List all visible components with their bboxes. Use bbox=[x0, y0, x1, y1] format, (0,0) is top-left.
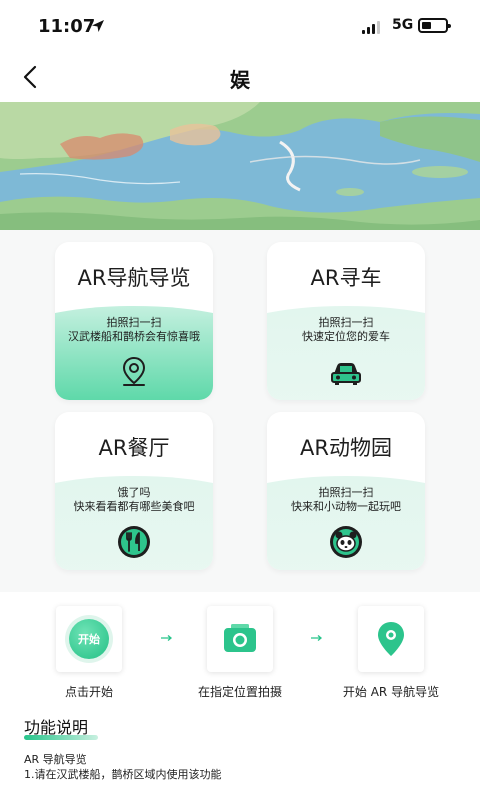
step-label-capture: 在指定位置拍摄 bbox=[197, 685, 282, 699]
card-ar-navigation[interactable]: AR导航导览 拍照扫一扫 汉武楼船和鹊桥会有惊喜哦 bbox=[55, 242, 213, 400]
step-navigate bbox=[358, 606, 424, 672]
nav-bar: 娱 bbox=[0, 52, 480, 100]
location-pin-icon bbox=[122, 356, 146, 386]
card-ar-zoo[interactable]: AR动物园 拍照扫一扫 快来和小动物一起玩吧 bbox=[267, 412, 425, 570]
step-label-start: 点击开始 bbox=[64, 685, 113, 699]
section-title-text: 功能说明 bbox=[24, 718, 89, 737]
arrow-right-icon bbox=[161, 635, 173, 641]
function-name: AR 导航导览 bbox=[24, 753, 87, 766]
card-title: AR餐厅 bbox=[98, 436, 170, 460]
function-description: 功能说明 AR 导航导览 1.请在汉武楼船，鹊桥区域内使用该功能 bbox=[24, 714, 222, 782]
usage-steps: 开始 点击开始 在指定位置拍摄 开始 AR 导航导览 bbox=[0, 592, 480, 704]
card-title: AR寻车 bbox=[310, 266, 382, 290]
park-map-illustration bbox=[0, 102, 480, 230]
start-button[interactable]: 开始 bbox=[69, 619, 109, 659]
park-map-banner[interactable] bbox=[0, 102, 480, 230]
map-pin-icon bbox=[378, 622, 404, 656]
ar-feature-grid: AR导航导览 拍照扫一扫 汉武楼船和鹊桥会有惊喜哦 AR寻车 拍照扫一扫 快速定… bbox=[0, 230, 480, 592]
card-subtitle: 拍照扫一扫 bbox=[106, 316, 162, 329]
car-icon bbox=[331, 363, 361, 385]
status-bar: 11:07 5G bbox=[0, 0, 480, 48]
cutlery-icon bbox=[118, 526, 150, 558]
camera-icon bbox=[224, 624, 256, 652]
card-description: 快来看看都有哪些美食吧 bbox=[73, 500, 195, 513]
panda-icon bbox=[330, 526, 362, 558]
network-type: 5G bbox=[392, 17, 414, 33]
card-ar-find-car[interactable]: AR寻车 拍照扫一扫 快速定位您的爱车 bbox=[267, 242, 425, 400]
card-subtitle: 饿了吗 bbox=[117, 486, 151, 499]
card-ar-restaurant[interactable]: AR餐厅 饿了吗 快来看看都有哪些美食吧 bbox=[55, 412, 213, 570]
card-subtitle: 拍照扫一扫 bbox=[318, 316, 374, 329]
card-title: AR导航导览 bbox=[77, 266, 191, 290]
card-description: 汉武楼船和鹊桥会有惊喜哦 bbox=[68, 330, 200, 343]
step-label-navigate: 开始 AR 导航导览 bbox=[342, 685, 440, 699]
battery-icon bbox=[418, 18, 451, 33]
status-time: 11:07 bbox=[38, 16, 96, 37]
card-description: 快来和小动物一起玩吧 bbox=[291, 500, 401, 513]
location-arrow-icon bbox=[92, 20, 104, 32]
step-start: 开始 bbox=[56, 606, 122, 672]
function-note: 1.请在汉武楼船，鹊桥区域内使用该功能 bbox=[24, 768, 222, 781]
section-title: 功能说明 bbox=[24, 714, 98, 740]
cellular-signal-icon bbox=[362, 20, 380, 34]
page-title: 娱 bbox=[230, 68, 250, 92]
card-title: AR动物园 bbox=[300, 436, 392, 460]
arrow-right-icon bbox=[311, 635, 323, 641]
step-capture bbox=[207, 606, 273, 672]
card-subtitle: 拍照扫一扫 bbox=[318, 486, 374, 499]
card-description: 快速定位您的爱车 bbox=[302, 330, 390, 343]
